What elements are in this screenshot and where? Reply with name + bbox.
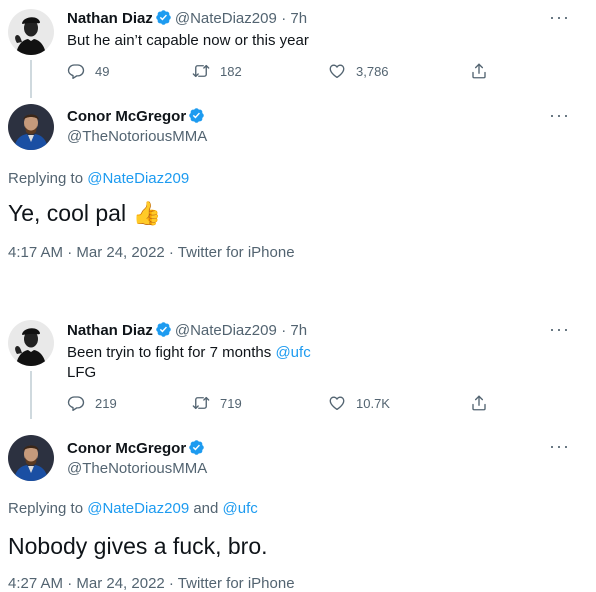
more-icon[interactable]: ··· (549, 437, 570, 455)
tweet-text-line1: Been tryin to fight for 7 months (67, 344, 272, 361)
conor-avatar-image (8, 435, 54, 481)
like-count: 10.7K (356, 395, 390, 411)
more-icon[interactable]: ··· (549, 8, 570, 26)
avatar-conor-mcgregor[interactable] (8, 104, 54, 150)
reply-button[interactable]: 49 (67, 62, 109, 80)
tweet-header: Nathan Diaz @NateDiaz209 · 7h (67, 9, 307, 28)
tweet-meta: 4:27 AM · Mar 24, 2022 · Twitter for iPh… (8, 575, 295, 592)
like-button[interactable]: 3,786 (328, 62, 389, 80)
avatar-nathan-diaz[interactable] (8, 9, 54, 55)
reply-button[interactable]: 219 (67, 394, 117, 412)
tweet-text: Been tryin to fight for 7 months @ufc LF… (67, 343, 311, 383)
retweet-button[interactable]: 182 (192, 62, 242, 80)
verified-icon (188, 107, 205, 124)
mention-link[interactable]: @ufc (275, 344, 310, 361)
reply-text: Ye, cool pal 👍 (8, 200, 161, 227)
verified-icon (155, 9, 172, 26)
tweet-time[interactable]: · 7h (281, 10, 307, 27)
author-handle[interactable]: @NateDiaz209 (175, 322, 277, 339)
like-button[interactable]: 10.7K (328, 394, 390, 412)
reply-text-content: Ye, cool pal (8, 200, 127, 226)
replying-and: and (193, 500, 219, 517)
thread-line (30, 60, 32, 98)
reply-count: 219 (95, 395, 117, 411)
more-icon[interactable]: ··· (549, 106, 570, 124)
replying-to-link[interactable]: @ufc (223, 500, 258, 517)
replying-to-link[interactable]: @NateDiaz209 (87, 500, 189, 517)
like-icon (328, 394, 346, 412)
retweet-icon (192, 62, 210, 80)
retweet-count: 182 (220, 63, 242, 79)
tweet-header: Nathan Diaz @NateDiaz209 · 7h (67, 321, 307, 340)
reply-count: 49 (95, 63, 110, 79)
share-button[interactable] (470, 394, 488, 412)
tweet-text-line2: LFG (67, 364, 97, 381)
retweet-count: 719 (220, 395, 242, 411)
tweet-time[interactable]: · 7h (281, 322, 307, 339)
retweet-icon (192, 394, 210, 412)
replying-to: Replying to @NateDiaz209 (8, 170, 189, 187)
retweet-button[interactable]: 719 (192, 394, 242, 412)
replying-prefix: Replying to (8, 170, 84, 187)
reply-header: Conor McGregor (67, 107, 208, 126)
replying-prefix: Replying to (8, 500, 84, 517)
share-icon (470, 394, 488, 412)
author-name[interactable]: Conor McGregor (67, 108, 186, 125)
thread-line (30, 371, 32, 419)
tweet-text: But he ain’t capable now or this year (67, 32, 309, 49)
author-name[interactable]: Nathan Diaz (67, 322, 153, 339)
like-count: 3,786 (356, 63, 389, 79)
reply-icon (67, 62, 85, 80)
author-name[interactable]: Conor McGregor (67, 440, 186, 457)
share-button[interactable] (470, 62, 488, 80)
more-icon[interactable]: ··· (549, 320, 570, 338)
author-handle[interactable]: @TheNotoriousMMA (67, 460, 207, 477)
reply-icon (67, 394, 85, 412)
nathan-avatar-image (8, 9, 54, 55)
replying-to: Replying to @NateDiaz209 and @ufc (8, 500, 258, 517)
reply-text: Nobody gives a fuck, bro. (8, 533, 268, 559)
conor-avatar-image (8, 104, 54, 150)
author-handle[interactable]: @TheNotoriousMMA (67, 128, 207, 145)
like-icon (328, 62, 346, 80)
thumbs-up-icon: 👍 (132, 200, 162, 226)
verified-icon (188, 439, 205, 456)
reply-header: Conor McGregor (67, 439, 208, 458)
author-name[interactable]: Nathan Diaz (67, 10, 153, 27)
verified-icon (155, 321, 172, 338)
author-handle[interactable]: @NateDiaz209 (175, 10, 277, 27)
nathan-avatar-image (8, 320, 54, 366)
tweet-meta: 4:17 AM · Mar 24, 2022 · Twitter for iPh… (8, 244, 295, 261)
avatar-conor-mcgregor[interactable] (8, 435, 54, 481)
share-icon (470, 62, 488, 80)
replying-to-link[interactable]: @NateDiaz209 (87, 170, 189, 187)
avatar-nathan-diaz[interactable] (8, 320, 54, 366)
